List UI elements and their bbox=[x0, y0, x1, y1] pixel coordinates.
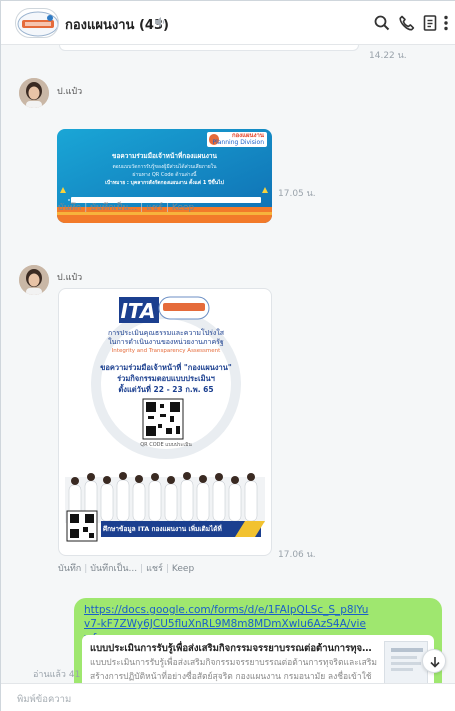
sender-avatar[interactable] bbox=[19, 78, 49, 108]
scroll-down-button[interactable] bbox=[422, 649, 446, 673]
sender-name: ป.แป๋ว bbox=[57, 87, 83, 97]
image-line: ในการดำเนินงานของหน่วยงานภาครัฐ bbox=[108, 338, 224, 346]
image-actions: บันทึก | บันทึกเป็น... | แชร์ | Keep bbox=[58, 200, 194, 214]
group-avatar[interactable] bbox=[15, 8, 59, 38]
save-as-action[interactable]: บันทึกเป็น... bbox=[90, 200, 137, 214]
keep-action[interactable]: Keep bbox=[172, 203, 194, 213]
message-time: 17.06 น. bbox=[278, 550, 316, 560]
image-line: ขอความร่วมมือเจ้าหน้าที่ "กองแผนงาน" bbox=[100, 363, 232, 372]
link-preview-description: แบบประเมินการรับรู้เพื่อส่งเสริมกิจกรรมจ… bbox=[90, 658, 378, 682]
message-time: 14.22 น. bbox=[369, 51, 407, 61]
qr-caption: QR CODE แบบประเมิน bbox=[140, 442, 192, 448]
ita-logo: ITA bbox=[120, 299, 156, 323]
image-line: เป้าหมาย : บุคลากรสังกัดกองแผนงาน ตั้งแต… bbox=[105, 180, 224, 186]
previous-message[interactable] bbox=[59, 45, 359, 51]
outgoing-link-message[interactable]: https://docs.google.com/forms/d/e/1FAIpQ… bbox=[74, 598, 442, 683]
message-time: 17.05 น. bbox=[278, 189, 316, 199]
link-preview-title: แบบประเมินการรับรู้เพื่อส่งเสริมกิจกรรมจ… bbox=[90, 643, 375, 654]
share-action[interactable]: แชร์ bbox=[146, 561, 163, 575]
image-line: ตั้งแต่วันที่ 22 - 23 ก.พ. 65 bbox=[118, 385, 214, 394]
message-composer bbox=[1, 683, 455, 711]
read-count: อ่านแล้ว 41 bbox=[33, 670, 81, 680]
badge-title: กองแผนงาน bbox=[231, 132, 264, 139]
image-banner: ศึกษาข้อมูล ITA กองแผนงาน เพิ่มเติมได้ที… bbox=[103, 525, 222, 533]
sender-name: ป.แป๋ว bbox=[57, 273, 83, 283]
image-message[interactable]: ITA การประเมินคุณธรรมและความโปร่งใส ในกา… bbox=[58, 288, 272, 556]
image-line: Integrity and Transparency Assessment bbox=[111, 348, 221, 354]
message-list[interactable]: 14.22 น. ป.แป๋ว กองแผนงาน Planning Divis… bbox=[1, 45, 455, 683]
sender-avatar[interactable] bbox=[19, 265, 49, 295]
save-action[interactable]: บันทึก bbox=[58, 561, 81, 575]
link-preview-card[interactable]: แบบประเมินการรับรู้เพื่อส่งเสริมกิจกรรมจ… bbox=[82, 635, 434, 683]
share-action[interactable]: แชร์ bbox=[146, 200, 163, 214]
chat-header: กองแผนงาน (43) bbox=[1, 1, 455, 45]
image-actions: บันทึก | บันทึกเป็น... | แชร์ | Keep bbox=[58, 561, 194, 575]
save-as-action[interactable]: บันทึกเป็น... bbox=[90, 561, 137, 575]
message-input[interactable] bbox=[17, 691, 437, 707]
image-line: ร่วมกิจกรรมตอบแบบประเมินฯ bbox=[117, 374, 215, 383]
image-heading: ขอความร่วมมือเจ้าหน้าที่กองแผนงาน bbox=[112, 152, 217, 160]
save-action[interactable]: บันทึก bbox=[58, 200, 81, 214]
image-line: การประเมินคุณธรรมและความโปร่งใส bbox=[107, 329, 225, 337]
arrow-down-icon bbox=[430, 657, 440, 668]
badge-subtitle: Planning Division bbox=[212, 139, 264, 146]
image-line: ผ่านทาง QR Code ด้านล่างนี้ bbox=[132, 172, 197, 178]
notes-icon[interactable] bbox=[420, 13, 440, 33]
phone-icon[interactable] bbox=[397, 13, 417, 33]
mute-icon bbox=[155, 17, 165, 27]
chat-window: กองแผนงาน (43) 14.22 น. ป.แป๋ว กองแผนงาน… bbox=[0, 0, 455, 711]
search-icon[interactable] bbox=[372, 13, 392, 33]
image-line: ตอบแบบวัดการรับรู้ของผู้มีส่วนได้ส่วนเสี… bbox=[112, 164, 217, 170]
keep-action[interactable]: Keep bbox=[172, 564, 194, 574]
more-icon[interactable] bbox=[439, 13, 453, 33]
